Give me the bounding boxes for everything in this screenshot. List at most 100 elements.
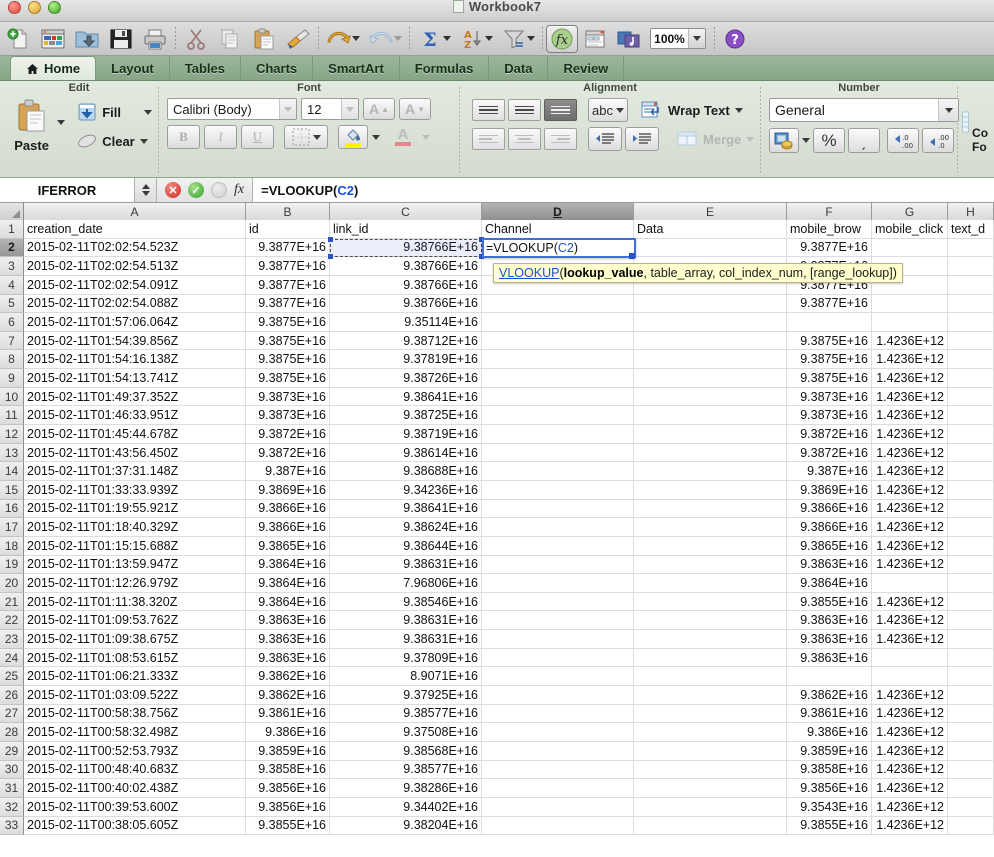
increase-indent-button[interactable]: [625, 127, 660, 151]
number-format-arrow[interactable]: [938, 99, 959, 121]
orientation-button[interactable]: abc: [588, 98, 629, 122]
cell-D10[interactable]: [482, 387, 634, 407]
cell-G7[interactable]: 1.4236E+12: [872, 331, 948, 351]
table-row[interactable]: 33 2015-02-11T00:38:05.605Z 9.3855E+16 9.38…: [0, 816, 994, 836]
cell-H7[interactable]: [948, 331, 994, 351]
row-header-32[interactable]: 32: [0, 797, 24, 817]
cell-B2[interactable]: 9.3877E+16: [246, 238, 330, 258]
cell-A27[interactable]: 2015-02-11T00:58:38.756Z: [24, 704, 246, 724]
row-header-14[interactable]: 14: [0, 462, 24, 481]
format-painter-icon[interactable]: [281, 24, 315, 54]
cell-F33[interactable]: 9.3855E+16: [787, 816, 872, 836]
cut-icon[interactable]: [179, 24, 213, 54]
cell-G31[interactable]: 1.4236E+12: [872, 779, 948, 798]
cell-D7[interactable]: [482, 331, 634, 351]
row-header-25[interactable]: 25: [0, 667, 24, 687]
cell-E25[interactable]: [634, 667, 787, 687]
cell-A31[interactable]: 2015-02-11T00:40:02.438Z: [24, 779, 246, 798]
table-row[interactable]: 5 2015-02-11T02:02:54.088Z 9.3877E+16 9.387…: [0, 294, 994, 314]
cell-G19[interactable]: 1.4236E+12: [872, 555, 948, 575]
column-header-a[interactable]: A: [24, 203, 246, 220]
cell-H27[interactable]: [948, 704, 994, 724]
cell-F22[interactable]: 9.3863E+16: [787, 611, 872, 631]
cell-G33[interactable]: 1.4236E+12: [872, 816, 948, 836]
table-row[interactable]: 20 2015-02-11T01:12:26.979Z 9.3864E+16 7.96…: [0, 574, 994, 593]
cell-G30[interactable]: 1.4236E+12: [872, 760, 948, 780]
cell-C31[interactable]: 9.38286E+16: [330, 779, 482, 798]
cell-A26[interactable]: 2015-02-11T01:03:09.522Z: [24, 686, 246, 705]
row-header-27[interactable]: 27: [0, 704, 24, 724]
cell-H30[interactable]: [948, 760, 994, 780]
cell-G18[interactable]: 1.4236E+12: [872, 536, 948, 556]
cell-A22[interactable]: 2015-02-11T01:09:53.762Z: [24, 611, 246, 631]
autosum-icon[interactable]: Σ: [413, 24, 447, 54]
cell-B9[interactable]: 9.3875E+16: [246, 369, 330, 388]
toolbox-icon[interactable]: [578, 24, 612, 54]
row-header-24[interactable]: 24: [0, 648, 24, 668]
cell-G24[interactable]: [872, 648, 948, 668]
cell-D19[interactable]: [482, 555, 634, 575]
cell-C25[interactable]: 8.9071E+16: [330, 667, 482, 687]
tab-tables[interactable]: Tables: [170, 56, 241, 80]
cell-G25[interactable]: [872, 667, 948, 687]
cell-A21[interactable]: 2015-02-11T01:11:38.320Z: [24, 592, 246, 612]
cell-B6[interactable]: 9.3875E+16: [246, 313, 330, 332]
cell-E18[interactable]: [634, 536, 787, 556]
cell-F23[interactable]: 9.3863E+16: [787, 630, 872, 649]
row-header-13[interactable]: 13: [0, 443, 24, 463]
cell-C17[interactable]: 9.38624E+16: [330, 518, 482, 537]
cell-C19[interactable]: 9.38631E+16: [330, 555, 482, 575]
table-row[interactable]: 29 2015-02-11T00:52:53.793Z 9.3859E+16 9.38…: [0, 741, 994, 761]
cell-A16[interactable]: 2015-02-11T01:19:55.921Z: [24, 499, 246, 519]
cell-G27[interactable]: 1.4236E+12: [872, 704, 948, 724]
cell-E32[interactable]: [634, 797, 787, 817]
bold-button[interactable]: B: [167, 125, 200, 149]
table-row[interactable]: 1 creation_date id link_id Channel Data mobile…: [0, 220, 994, 239]
column-header-h[interactable]: H: [948, 203, 994, 220]
row-header-6[interactable]: 6: [0, 313, 24, 332]
cell-H24[interactable]: [948, 648, 994, 668]
cell-E24[interactable]: [634, 648, 787, 668]
cell-B18[interactable]: 9.3865E+16: [246, 536, 330, 556]
cell-D29[interactable]: [482, 741, 634, 761]
shrink-font-button[interactable]: A ▼: [399, 98, 431, 120]
paste-icon[interactable]: [247, 24, 281, 54]
cell-G6[interactable]: [872, 313, 948, 332]
cell-F14[interactable]: 9.387E+16: [787, 462, 872, 481]
font-size-arrow[interactable]: [341, 99, 358, 119]
cell-A15[interactable]: 2015-02-11T01:33:33.939Z: [24, 480, 246, 500]
cell-F9[interactable]: 9.3875E+16: [787, 369, 872, 388]
cell-C20[interactable]: 7.96806E+16: [330, 574, 482, 593]
cell-H8[interactable]: [948, 350, 994, 370]
decrease-indent-button[interactable]: [588, 127, 623, 151]
cell-H13[interactable]: [948, 443, 994, 463]
cell-C18[interactable]: 9.38644E+16: [330, 536, 482, 556]
orientation-dropdown-arrow[interactable]: [616, 107, 625, 113]
row-header-11[interactable]: 11: [0, 406, 24, 426]
percent-button[interactable]: %: [813, 128, 846, 153]
cell-H25[interactable]: [948, 667, 994, 687]
cell-G10[interactable]: 1.4236E+12: [872, 387, 948, 407]
font-name-combo[interactable]: Calibri (Body): [167, 98, 297, 120]
spreadsheet-grid[interactable]: ABCDEFGH 1 creation_date id link_id Channel D…: [0, 203, 994, 857]
borders-button[interactable]: [284, 125, 328, 149]
cell-D15[interactable]: [482, 480, 634, 500]
cell-D23[interactable]: [482, 630, 634, 649]
cell-H15[interactable]: [948, 480, 994, 500]
formula-builder-icon[interactable]: fx: [546, 24, 578, 53]
tab-data[interactable]: Data: [489, 56, 549, 80]
row-header-20[interactable]: 20: [0, 574, 24, 593]
cell-E20[interactable]: [634, 574, 787, 593]
cell-A19[interactable]: 2015-02-11T01:13:59.947Z: [24, 555, 246, 575]
cell-A24[interactable]: 2015-02-11T01:08:53.615Z: [24, 648, 246, 668]
cell-A25[interactable]: 2015-02-11T01:06:21.333Z: [24, 667, 246, 687]
cell-F5[interactable]: 9.3877E+16: [787, 294, 872, 314]
name-box-spinner[interactable]: [135, 178, 157, 202]
cell-F32[interactable]: 9.3543E+16: [787, 797, 872, 817]
cell-D6[interactable]: [482, 313, 634, 332]
gallery-icon[interactable]: [36, 24, 70, 54]
table-row[interactable]: 31 2015-02-11T00:40:02.438Z 9.3856E+16 9.38…: [0, 779, 994, 798]
cell-C10[interactable]: 9.38641E+16: [330, 387, 482, 407]
table-row[interactable]: 15 2015-02-11T01:33:33.939Z 9.3869E+16 9.34…: [0, 480, 994, 500]
copy-icon[interactable]: [213, 24, 247, 54]
